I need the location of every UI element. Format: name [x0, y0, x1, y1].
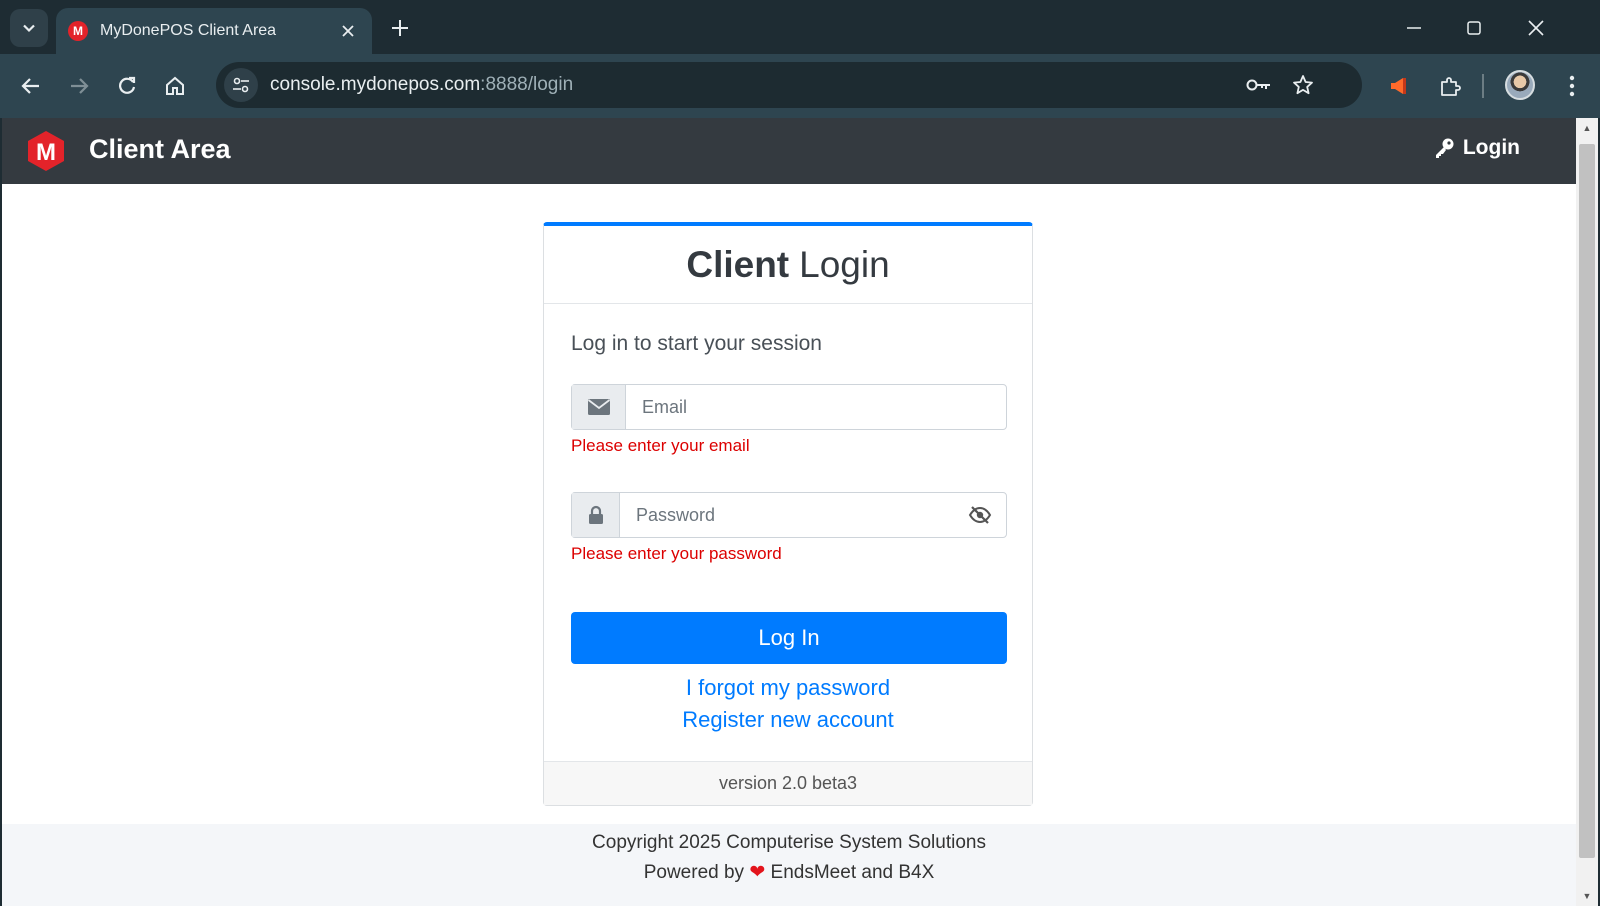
- profile-avatar[interactable]: [1505, 70, 1535, 100]
- arrow-left-icon: [21, 78, 39, 94]
- minimize-button[interactable]: [1392, 8, 1436, 48]
- nav-login-label: Login: [1462, 136, 1520, 159]
- star-icon: [1293, 75, 1313, 95]
- site-info-button[interactable]: [224, 68, 258, 102]
- tab-active[interactable]: M MyDonePOS Client Area: [56, 8, 372, 54]
- card-title-rest: Login: [799, 243, 890, 285]
- tab-favicon: M: [68, 21, 88, 41]
- login-card-footer: version 2.0 beta3: [544, 761, 1032, 805]
- maximize-icon: [1467, 21, 1481, 35]
- envelope-icon: [587, 399, 610, 415]
- maximize-button[interactable]: [1452, 8, 1496, 48]
- key-icon: [1246, 79, 1270, 91]
- url-host: console.mydonepos.com: [270, 74, 481, 95]
- tune-icon: [233, 77, 249, 93]
- password-key-button[interactable]: [1244, 70, 1274, 100]
- login-box-message: Log in to start your session: [571, 332, 822, 355]
- brand-logo-icon[interactable]: M: [24, 129, 68, 173]
- minimize-icon: [1407, 27, 1421, 29]
- login-card: Client Login Log in to start your sessio…: [543, 222, 1033, 806]
- password-error: Please enter your password: [571, 544, 782, 563]
- tab-close-button[interactable]: [336, 19, 360, 43]
- home-icon: [166, 76, 184, 95]
- reload-button[interactable]: [110, 69, 144, 103]
- card-title-bold: Client: [686, 243, 790, 285]
- site-navbar: M Client Area Login: [2, 118, 1576, 184]
- email-error: Please enter your email: [571, 436, 750, 455]
- scroll-down-arrow[interactable]: ▼: [1576, 886, 1598, 906]
- email-addon: [572, 385, 626, 429]
- forgot-password-link[interactable]: I forgot my password: [544, 675, 1032, 701]
- back-button[interactable]: [14, 69, 48, 103]
- bookmark-button[interactable]: [1288, 70, 1318, 100]
- login-submit-button[interactable]: Log In: [571, 612, 1007, 664]
- extension-button[interactable]: [1380, 68, 1416, 104]
- powered-by-suffix: EndsMeet and B4X: [770, 862, 935, 883]
- megaphone-icon: [1391, 78, 1406, 94]
- brand-title[interactable]: Client Area: [89, 134, 231, 165]
- toolbar-divider: [1482, 74, 1484, 98]
- extensions-menu-button[interactable]: [1432, 68, 1468, 104]
- tab-search-button[interactable]: [10, 9, 48, 47]
- copyright-text: Copyright 2025 Computerise System Soluti…: [592, 832, 986, 853]
- page-footer: Copyright 2025 Computerise System Soluti…: [2, 824, 1576, 906]
- vertical-scrollbar[interactable]: ▲ ▼: [1576, 118, 1598, 906]
- scroll-thumb[interactable]: [1579, 144, 1595, 858]
- powered-by-prefix: Powered by: [643, 862, 745, 883]
- tab-strip: M MyDonePOS Client Area: [0, 0, 1600, 54]
- email-field[interactable]: [626, 385, 1006, 429]
- password-field[interactable]: [620, 493, 954, 537]
- tab-title: MyDonePOS Client Area: [100, 22, 277, 39]
- eye-slash-icon: [968, 506, 992, 524]
- url-path: :8888/login: [480, 74, 574, 95]
- chevron-down-icon: [23, 24, 35, 33]
- heart-icon: ❤: [749, 862, 766, 883]
- close-icon: [342, 25, 354, 37]
- toggle-password-visibility-button[interactable]: [954, 493, 1006, 537]
- powered-by-line: Powered by ❤ EndsMeet and B4X: [2, 861, 1576, 884]
- login-card-header: Client Login: [544, 226, 1032, 304]
- url-text: console.mydonepos.com:8888/login: [270, 74, 573, 96]
- lock-icon: [588, 505, 603, 524]
- password-addon: [572, 493, 620, 537]
- plus-icon: [392, 20, 408, 36]
- register-account-link[interactable]: Register new account: [544, 707, 1032, 733]
- key-icon: [1435, 138, 1454, 158]
- puzzle-icon: [1441, 77, 1461, 96]
- email-input-group: [571, 384, 1007, 430]
- home-button[interactable]: [158, 69, 192, 103]
- reload-icon: [119, 76, 136, 94]
- page-viewport: M Client Area Login Client Login Log in …: [2, 118, 1598, 906]
- address-bar[interactable]: console.mydonepos.com:8888/login: [216, 62, 1362, 108]
- close-icon: [1528, 20, 1544, 36]
- browser-toolbar: console.mydonepos.com:8888/login: [0, 54, 1600, 118]
- more-vertical-icon: [1569, 75, 1575, 97]
- version-text: version 2.0 beta3: [718, 773, 858, 793]
- browser-menu-button[interactable]: [1554, 68, 1590, 104]
- forward-button[interactable]: [62, 69, 96, 103]
- nav-login-link[interactable]: Login: [1433, 136, 1520, 160]
- new-tab-button[interactable]: [386, 14, 414, 42]
- close-window-button[interactable]: [1514, 8, 1558, 48]
- brand-logo-letter: M: [36, 139, 56, 166]
- browser-window: M MyDonePOS Client Area console.mydonepo…: [0, 0, 1600, 906]
- arrow-right-icon: [71, 78, 89, 94]
- password-input-group: [571, 492, 1007, 538]
- login-card-body: Log in to start your session: [544, 304, 1032, 356]
- scroll-up-arrow[interactable]: ▲: [1576, 118, 1598, 138]
